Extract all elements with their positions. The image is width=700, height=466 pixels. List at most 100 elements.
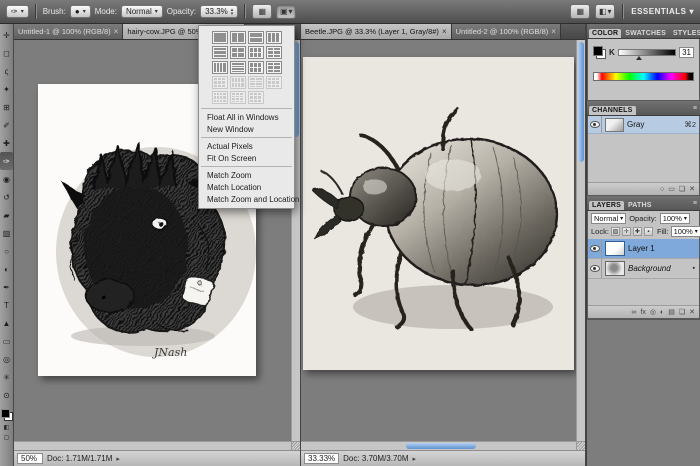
menu-item-match-zoom[interactable]: Match Zoom	[199, 169, 294, 181]
load-channel-selection-button[interactable]: ○	[660, 186, 664, 193]
scrollbar-thumb[interactable]	[406, 443, 476, 449]
visibility-toggle[interactable]	[588, 259, 602, 278]
layer-opacity-field[interactable]: 100% ▾	[660, 213, 690, 224]
resize-grip[interactable]	[576, 441, 585, 450]
menu-item-new-window[interactable]: New Window	[199, 123, 294, 135]
layout-1x2-button[interactable]	[248, 31, 264, 44]
menu-item-fit-on-screen[interactable]: Fit On Screen	[199, 152, 294, 164]
close-icon[interactable]: ×	[114, 27, 119, 36]
tab-untitled-1[interactable]: Untitled-1 @ 100% (RGB/8) ×	[14, 24, 123, 39]
screen-mode-button[interactable]: ◧ ▾	[595, 4, 615, 19]
adjustment-layer-button[interactable]: ◐	[660, 309, 664, 316]
shape-tool[interactable]: ▭	[0, 332, 13, 350]
clone-stamp-tool[interactable]: ◉	[0, 170, 13, 188]
brush-preset-picker[interactable]: ● ▾	[70, 5, 91, 18]
lock-pixels-icon[interactable]: ✛	[622, 227, 631, 236]
panel-menu-icon[interactable]: ≡	[693, 200, 698, 207]
zoom-level-field[interactable]: 50%	[17, 453, 43, 464]
brush-tool[interactable]: ✑	[0, 152, 13, 170]
layer-style-button[interactable]: fx	[640, 309, 645, 316]
layer-fill-field[interactable]: 100% ▾	[671, 226, 700, 237]
gradient-tool[interactable]: ▨	[0, 224, 13, 242]
workspace-switcher[interactable]: ESSENTIALS ▾	[631, 7, 694, 16]
layer-row-background[interactable]: Background ▪	[588, 259, 699, 279]
layer-blend-mode-select[interactable]: Normal ▾	[591, 213, 626, 224]
lock-position-icon[interactable]: ✚	[633, 227, 642, 236]
rotate-view-tool[interactable]: ◎	[0, 350, 13, 368]
zoom-tool[interactable]: ⊙	[0, 386, 13, 404]
layout-2x3-button[interactable]	[266, 61, 282, 74]
add-layer-mask-button[interactable]: ◎	[650, 308, 656, 316]
menu-item-match-location[interactable]: Match Location	[199, 181, 294, 193]
layout-3x2-button[interactable]	[248, 46, 264, 59]
mini-color-swatches[interactable]	[593, 46, 606, 59]
k-value-field[interactable]: 31	[679, 47, 694, 58]
channel-row-gray[interactable]: Gray ⌘2	[588, 116, 699, 134]
move-tool[interactable]: ✛	[0, 26, 13, 44]
pen-tool[interactable]: ✒	[0, 278, 13, 296]
tab-styles[interactable]: STYLES	[670, 29, 700, 38]
layout-2x3-button[interactable]	[266, 46, 282, 59]
layout-1x4-button[interactable]	[230, 61, 246, 74]
tab-color[interactable]: COLOR	[589, 29, 621, 38]
crop-tool[interactable]: ⊞	[0, 98, 13, 116]
tab-channels[interactable]: CHANNELS	[589, 106, 636, 115]
view-extras-button[interactable]: ▦	[252, 4, 272, 19]
right-vertical-scrollbar[interactable]	[576, 40, 585, 441]
lock-transparency-icon[interactable]: ▨	[611, 227, 620, 236]
layer-group-button[interactable]: ▤	[668, 308, 675, 316]
layout-4x1-button[interactable]	[212, 61, 228, 74]
color-spectrum-ramp[interactable]	[593, 72, 694, 81]
foreground-background-swatches[interactable]	[1, 409, 13, 421]
layout-1x1-button[interactable]	[212, 31, 228, 44]
zoom-level-field[interactable]: 33.33%	[304, 453, 339, 464]
tool-preset-picker[interactable]: ✑ ▾	[6, 5, 29, 18]
tab-untitled-2[interactable]: Untitled-2 @ 100% (RGB/8) ×	[452, 24, 561, 39]
blur-tool[interactable]: ○	[0, 242, 13, 260]
menu-item-actual-pixels[interactable]: Actual Pixels	[199, 140, 294, 152]
tab-layers[interactable]: LAYERS	[589, 201, 624, 210]
close-icon[interactable]: ×	[551, 27, 556, 36]
foreground-color-swatch[interactable]	[1, 409, 10, 418]
k-slider[interactable]	[618, 49, 676, 56]
layout-3x1-button[interactable]	[266, 31, 282, 44]
right-horizontal-scrollbar[interactable]	[301, 441, 576, 450]
stepper-arrows-icon[interactable]: ▴▾	[231, 8, 234, 16]
visibility-toggle[interactable]	[588, 116, 602, 133]
delete-layer-button[interactable]: ✕	[689, 308, 695, 316]
scrollbar-thumb[interactable]	[578, 42, 584, 162]
close-icon[interactable]: ×	[442, 27, 447, 36]
delete-channel-button[interactable]: ✕	[689, 185, 695, 193]
dodge-tool[interactable]: ◐	[0, 260, 13, 278]
layout-2x1-button[interactable]	[230, 31, 246, 44]
view-extras-button-2[interactable]: ▦	[570, 4, 590, 19]
visibility-toggle[interactable]	[588, 239, 602, 258]
tab-beetle[interactable]: Beetle.JPG @ 33.3% (Layer 1, Gray/8#) ×	[301, 24, 452, 39]
lock-all-icon[interactable]: ▪	[644, 227, 653, 236]
marquee-tool[interactable]: ◻	[0, 44, 13, 62]
save-selection-as-channel-button[interactable]: ▭	[668, 185, 675, 193]
layout-1x3-button[interactable]	[212, 46, 228, 59]
new-channel-button[interactable]: ❏	[679, 185, 685, 193]
path-selection-tool[interactable]: ▲	[0, 314, 13, 332]
layout-2x2-button[interactable]	[230, 46, 246, 59]
layout-3x2-button[interactable]	[248, 61, 264, 74]
foreground-swatch[interactable]	[593, 46, 603, 56]
tab-paths[interactable]: PATHS	[625, 201, 655, 210]
history-brush-tool[interactable]: ↺	[0, 188, 13, 206]
beetle-canvas[interactable]	[303, 57, 574, 370]
slider-thumb-icon[interactable]	[636, 56, 642, 60]
resize-grip[interactable]	[291, 441, 300, 450]
opacity-stepper[interactable]: 33.3% ▴▾	[200, 5, 238, 18]
right-canvas-area[interactable]: 33.33% Doc: 3.70M/3.70M ▸	[301, 40, 585, 466]
eraser-tool[interactable]: ▰	[0, 206, 13, 224]
panel-menu-icon[interactable]: ≡	[693, 105, 698, 112]
status-menu-arrow-icon[interactable]: ▸	[413, 455, 417, 463]
arrange-documents-button[interactable]: ▣ ▾	[276, 4, 296, 19]
new-layer-button[interactable]: ❏	[679, 308, 685, 316]
menu-item-match-zoom-and-location[interactable]: Match Zoom and Location	[199, 193, 294, 205]
eyedropper-tool[interactable]: ✐	[0, 116, 13, 134]
layer-row-layer-1[interactable]: Layer 1	[588, 239, 699, 259]
type-tool[interactable]: T	[0, 296, 13, 314]
screen-mode-cycle-button[interactable]: ▢	[4, 434, 10, 441]
